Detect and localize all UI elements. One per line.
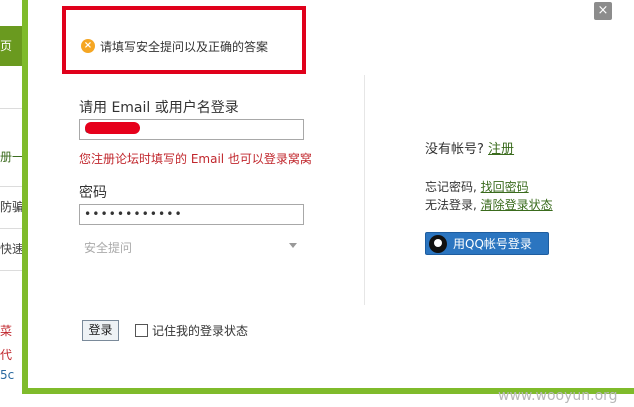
qq-login-button[interactable]: 用QQ帐号登录 [425,232,549,255]
warning-message: × 请填写安全提问以及正确的答案 [81,38,268,54]
cant-login-text: 无法登录, [425,198,481,212]
warning-text: 请填写安全提问以及正确的答案 [100,39,269,54]
register-link[interactable]: 注册 [488,142,514,157]
clear-login-link[interactable]: 清除登录状态 [481,198,553,212]
login-button[interactable]: 登录 [82,320,119,341]
account-label: 请用 Email 或用户名登录 [79,100,239,116]
forgot-password-text: 忘记密码, [425,180,481,194]
column-divider [364,75,365,305]
security-question-select[interactable]: 安全提问 [79,236,304,256]
password-input[interactable]: •••••••••••• [79,204,304,225]
clear-login-row: 无法登录, 清除登录状态 [425,196,553,213]
redaction-mark [85,122,140,134]
close-icon[interactable]: × [594,2,612,20]
warning-circle-icon: × [81,39,95,53]
qq-login-label: 用QQ帐号登录 [453,237,532,251]
password-label: 密码 [79,185,107,201]
register-prompt: 没有帐号? 注册 [425,138,514,157]
chevron-down-icon[interactable] [289,243,297,248]
forgot-password-row: 忘记密码, 找回密码 [425,178,529,195]
qq-penguin-icon [429,234,447,253]
remember-checkbox[interactable] [135,324,148,337]
security-question-value: 安全提问 [84,241,133,255]
find-password-link[interactable]: 找回密码 [481,180,529,194]
account-hint: 您注册论坛时填写的 Email 也可以登录窝窝 [79,152,312,166]
no-account-text: 没有帐号? [425,142,489,157]
watermark: www.wooyun.org [498,388,618,404]
remember-label: 记住我的登录状态 [152,324,249,338]
